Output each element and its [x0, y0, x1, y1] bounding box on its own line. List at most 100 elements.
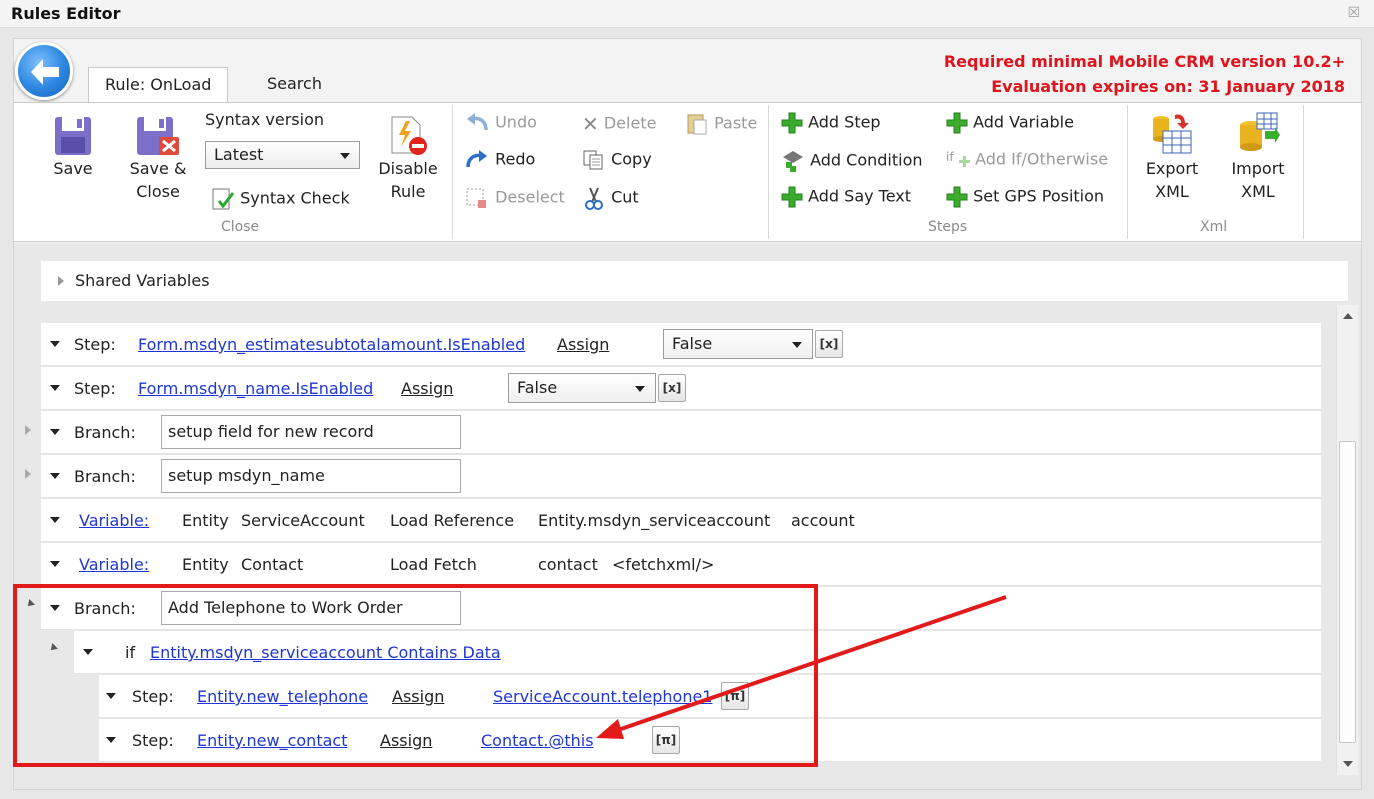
step-operation-link[interactable]: Assign [401, 379, 453, 398]
row-kind: Step: [74, 379, 116, 398]
disable-rule-button[interactable]: Disable Rule [376, 115, 440, 203]
collapse-triangle-icon[interactable] [48, 643, 58, 653]
list-item[interactable]: Step: Entity.new_telephone Assign Servic… [99, 675, 1321, 718]
syntax-check-icon [212, 188, 235, 210]
collapse-caret-icon[interactable] [50, 517, 60, 523]
delete-button[interactable]: ✕ Delete [582, 112, 656, 136]
set-gps-position-button[interactable]: Set GPS Position [946, 186, 1104, 208]
editor-background: Rule: OnLoad Search Required minimal Mob… [0, 28, 1374, 799]
collapse-caret-icon[interactable] [50, 561, 60, 567]
expression-button[interactable]: [x] [658, 374, 686, 402]
condition-link[interactable]: Entity.msdyn_serviceaccount Contains Dat… [150, 643, 501, 662]
paste-button[interactable]: Paste [685, 112, 757, 136]
scrollbar-thumb[interactable] [1339, 441, 1356, 743]
add-if-otherwise-button[interactable]: if Add If/Otherwise [946, 149, 1108, 171]
list-item[interactable]: Variable: Entity Contact Load Fetch cont… [41, 543, 1321, 586]
branch-name-input[interactable]: setup field for new record [161, 415, 461, 449]
delete-x-icon: ✕ [582, 112, 599, 136]
value-dropdown[interactable]: False [508, 373, 656, 403]
back-button[interactable] [15, 42, 73, 100]
expression-button[interactable]: [x] [815, 330, 843, 358]
row-kind: Step: [74, 335, 116, 354]
copy-button[interactable]: Copy [582, 149, 652, 171]
step-target-link[interactable]: Form.msdyn_name.IsEnabled [138, 379, 373, 398]
collapse-triangle-icon[interactable] [25, 599, 35, 609]
list-item[interactable]: Step: Entity.new_contact Assign Contact.… [99, 719, 1321, 762]
undo-button[interactable]: Undo [464, 112, 537, 134]
list-item[interactable]: Branch: setup field for new record [41, 411, 1321, 454]
list-item[interactable]: Step: Form.msdyn_name.IsEnabled Assign F… [41, 367, 1321, 410]
cut-button[interactable]: Cut [582, 186, 639, 210]
redo-button[interactable]: Redo [464, 149, 535, 171]
syntax-check-button[interactable]: Syntax Check [211, 187, 350, 211]
variable-type: Entity [182, 555, 229, 574]
collapse-caret-icon[interactable] [50, 385, 60, 391]
tab-search[interactable]: Search [251, 67, 338, 102]
variable-link[interactable]: Variable: [79, 555, 149, 574]
green-plus-icon [946, 112, 968, 134]
collapse-caret-icon[interactable] [50, 473, 60, 479]
svg-text:if: if [946, 150, 954, 164]
window-close-icon[interactable]: ☒ [1347, 5, 1360, 21]
variable-link[interactable]: Variable: [79, 511, 149, 530]
chevron-down-icon [635, 386, 645, 392]
collapse-caret-icon[interactable] [50, 429, 60, 435]
editor-frame: Rule: OnLoad Search Required minimal Mob… [13, 38, 1362, 790]
disable-rule-icon [391, 116, 427, 155]
variable-extra: account [791, 511, 855, 530]
version-notice: Required minimal Mobile CRM version 10.2… [944, 49, 1345, 99]
branch-name-input[interactable]: setup msdyn_name [161, 459, 461, 493]
add-condition-button[interactable]: Add Condition [781, 149, 923, 173]
expression-button[interactable]: [π] [721, 682, 749, 710]
step-operation-link[interactable]: Assign [557, 335, 609, 354]
save-close-button[interactable]: Save & Close [127, 115, 189, 203]
collapse-caret-icon[interactable] [83, 649, 93, 655]
expression-button[interactable]: [π] [652, 726, 680, 754]
collapse-caret-icon[interactable] [50, 605, 60, 611]
floppy-disk-icon [55, 117, 91, 155]
expand-triangle-icon[interactable] [25, 425, 31, 435]
import-label-1: Import [1231, 159, 1285, 178]
list-item[interactable]: Step: Form.msdyn_estimatesubtotalamount.… [41, 323, 1321, 366]
add-step-button[interactable]: Add Step [781, 112, 881, 134]
scroll-up-arrow-icon[interactable] [1343, 313, 1353, 319]
scroll-down-arrow-icon[interactable] [1343, 761, 1353, 767]
expand-triangle-icon[interactable] [25, 469, 31, 479]
vertical-scrollbar[interactable] [1336, 305, 1358, 775]
collapse-caret-icon[interactable] [106, 737, 116, 743]
step-target-link[interactable]: Form.msdyn_estimatesubtotalamount.IsEnab… [138, 335, 525, 354]
export-xml-button[interactable]: Export XML [1141, 111, 1203, 203]
step-target-link[interactable]: Entity.new_contact [197, 731, 347, 750]
list-item[interactable]: Variable: Entity ServiceAccount Load Ref… [41, 499, 1321, 542]
collapse-caret-icon[interactable] [106, 693, 116, 699]
row-kind: Branch: [74, 467, 136, 486]
collapse-caret-icon[interactable] [50, 341, 60, 347]
rules-content: Shared Variables Step: Form.msdyn_estima… [14, 243, 1361, 789]
add-condition-icon [783, 151, 803, 172]
import-xml-button[interactable]: Import XML [1227, 111, 1289, 203]
step-target-link[interactable]: Entity.new_telephone [197, 687, 368, 706]
value-dropdown[interactable]: False [663, 329, 813, 359]
tab-rule-onload[interactable]: Rule: OnLoad [88, 67, 229, 103]
save-button[interactable]: Save [48, 115, 98, 180]
add-say-text-button[interactable]: Add Say Text [781, 186, 911, 208]
add-variable-button[interactable]: Add Variable [946, 112, 1074, 134]
list-item[interactable]: if Entity.msdyn_serviceaccount Contains … [74, 631, 1321, 674]
green-plus-icon [781, 186, 803, 208]
list-item[interactable]: Branch: Add Telephone to Work Order [41, 587, 1321, 630]
syntax-version-select[interactable]: Latest [205, 141, 360, 169]
list-item[interactable]: Branch: setup msdyn_name [41, 455, 1321, 498]
step-value-link[interactable]: ServiceAccount.telephone1 [493, 687, 712, 706]
step-value-link[interactable]: Contact.@this [481, 731, 594, 750]
branch-name-input[interactable]: Add Telephone to Work Order [161, 591, 461, 625]
add-if-icon: if [946, 150, 970, 167]
import-xml-icon [1240, 112, 1280, 151]
shared-variables-header[interactable]: Shared Variables [41, 261, 1348, 301]
step-operation-link[interactable]: Assign [380, 731, 432, 750]
notice-version: Required minimal Mobile CRM version 10.2… [943, 52, 1345, 71]
row-kind: Step: [132, 687, 174, 706]
copy-icon [583, 150, 603, 170]
deselect-button[interactable]: Deselect [464, 186, 565, 210]
row-kind: Branch: [74, 599, 136, 618]
step-operation-link[interactable]: Assign [392, 687, 444, 706]
